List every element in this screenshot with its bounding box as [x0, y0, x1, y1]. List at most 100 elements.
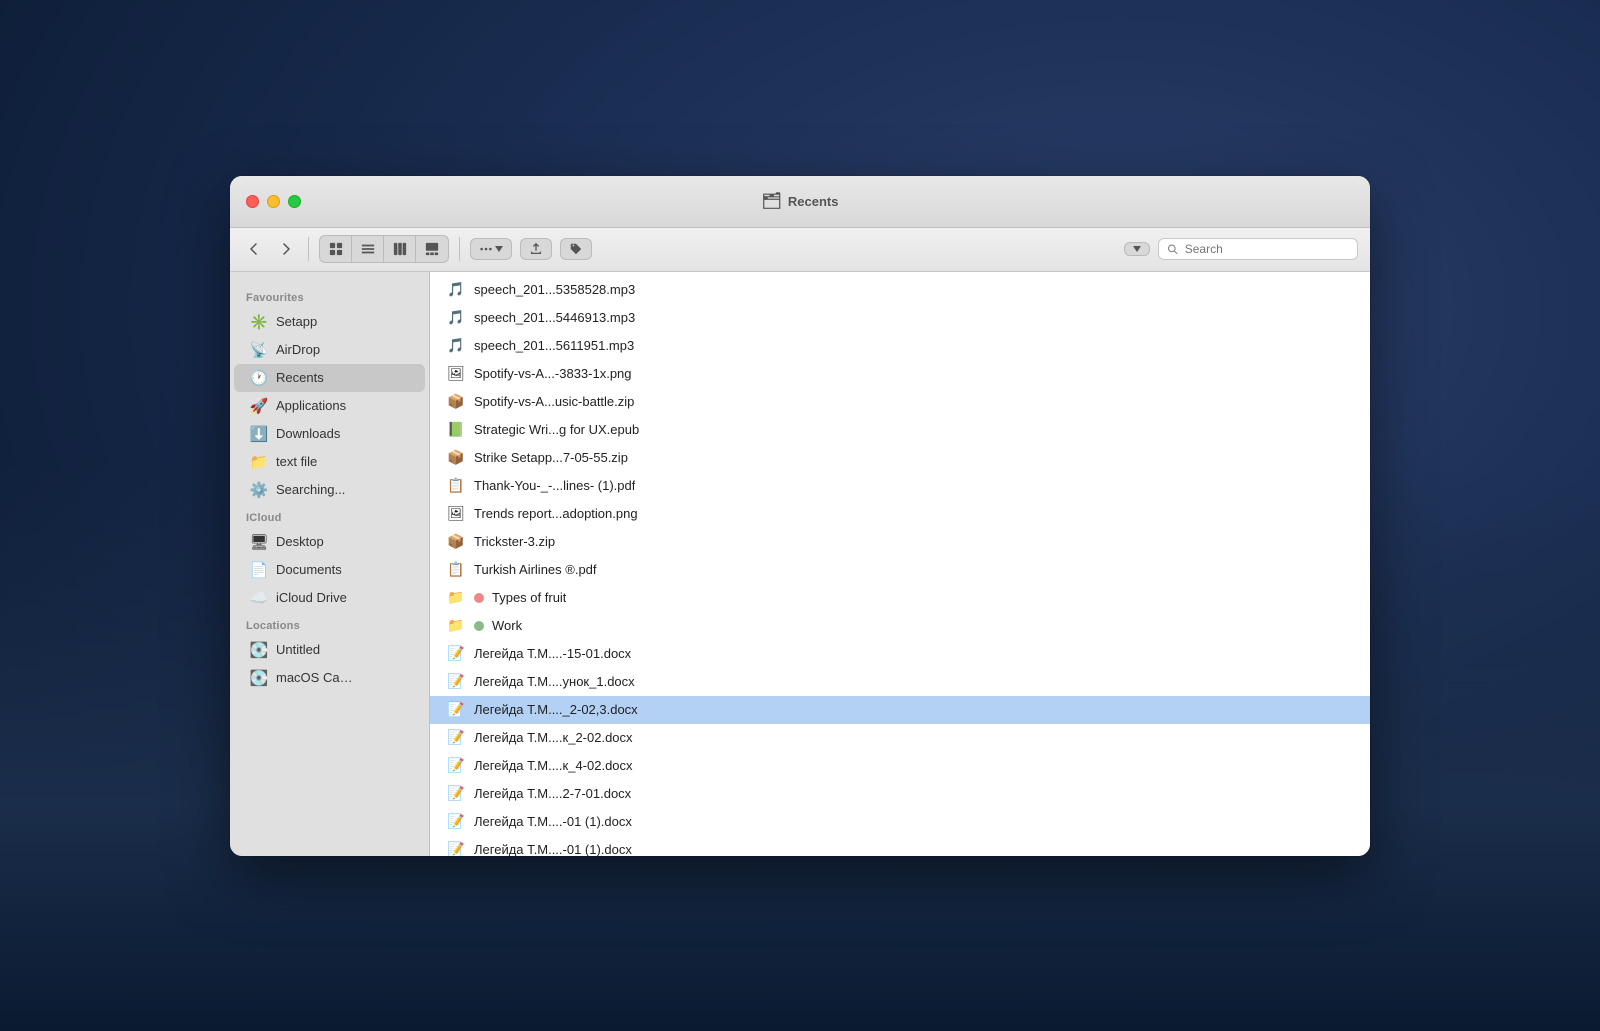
sidebar-item-airdrop[interactable]: 📡 AirDrop	[234, 336, 425, 364]
sidebar-item-documents[interactable]: 📄 Documents	[234, 556, 425, 584]
file-item[interactable]: 📝Легейда Т.М....к_2-02.docx	[430, 724, 1370, 752]
file-icon: 📋	[446, 560, 466, 580]
file-icon: 📦	[446, 532, 466, 552]
file-item[interactable]: 📋Thank-You-_-...lines- (1).pdf	[430, 472, 1370, 500]
sidebar-label-untitled: Untitled	[276, 642, 320, 657]
sidebar-label-searching: Searching...	[276, 482, 345, 497]
sort-button[interactable]	[1124, 242, 1150, 256]
view-group	[319, 235, 449, 263]
applications-icon: 🚀	[250, 397, 268, 415]
sidebar-item-desktop[interactable]: 🖥 Desktop	[234, 528, 425, 556]
file-item[interactable]: 📁Types of fruit	[430, 584, 1370, 612]
file-icon: 📝	[446, 700, 466, 720]
finder-window: 🗂 Recents	[230, 176, 1370, 856]
main-content: Favourites ✳️ Setapp 📡 AirDrop 🕐 Recents…	[230, 272, 1370, 856]
search-input[interactable]	[1185, 242, 1349, 256]
sidebar-item-untitled[interactable]: 💽 Untitled	[234, 636, 425, 664]
file-icon: 🖼	[446, 364, 466, 384]
sidebar: Favourites ✳️ Setapp 📡 AirDrop 🕐 Recents…	[230, 272, 430, 856]
file-item[interactable]: 📝Легейда Т.М....к_4-02.docx	[430, 752, 1370, 780]
file-item[interactable]: 🎵speech_201...5358528.mp3	[430, 276, 1370, 304]
gallery-view-button[interactable]	[416, 236, 448, 262]
file-item[interactable]: 🖼 Trends report...adoption.png	[430, 500, 1370, 528]
file-item[interactable]: 📝Легейда Т.М....-01 (1).docx	[430, 836, 1370, 856]
file-name: Trickster-3.zip	[474, 534, 555, 549]
tag-button[interactable]	[560, 238, 592, 260]
file-item[interactable]: 🎵speech_201...5611951.mp3	[430, 332, 1370, 360]
file-name: Легейда Т.М....унок_1.docx	[474, 674, 635, 689]
sidebar-label-documents: Documents	[276, 562, 342, 577]
sidebar-label-macos: macOS Ca…	[276, 670, 353, 685]
column-view-button[interactable]	[384, 236, 416, 262]
tag-dot	[474, 621, 484, 631]
file-icon: 📁	[446, 588, 466, 608]
file-item[interactable]: 📝 Легейда Т.М....унок_1.docx	[430, 668, 1370, 696]
toolbar	[230, 228, 1370, 272]
forward-button[interactable]	[274, 237, 298, 261]
file-name: Spotify-vs-A...-3833-1x.png	[474, 366, 632, 381]
file-name: Легейда Т.М....-01 (1).docx	[474, 814, 632, 829]
list-view-button[interactable]	[352, 236, 384, 262]
sidebar-section-icloud: iCloud	[230, 504, 429, 528]
sidebar-label-airdrop: AirDrop	[276, 342, 320, 357]
sidebar-item-downloads[interactable]: ⬇️ Downloads	[234, 420, 425, 448]
file-icon: 🖼	[446, 504, 466, 524]
sidebar-item-icloud-drive[interactable]: ☁️ iCloud Drive	[234, 584, 425, 612]
toolbar-separator-1	[308, 237, 309, 261]
action-button[interactable]	[470, 238, 512, 260]
file-item[interactable]: 📝Легейда Т.М....-01 (1).docx	[430, 808, 1370, 836]
file-icon: 📋	[446, 476, 466, 496]
search-icon	[1167, 243, 1179, 256]
airdrop-icon: 📡	[250, 341, 268, 359]
file-item[interactable]: 📁 Work	[430, 612, 1370, 640]
file-item[interactable]: 🎵 speech_201...5446913.mp3	[430, 304, 1370, 332]
sidebar-item-macos[interactable]: 💽 macOS Ca…	[234, 664, 425, 692]
desktop-icon: 🖥	[250, 533, 268, 551]
file-icon: 📝	[446, 644, 466, 664]
file-item[interactable]: 📝Легейда Т.М....-15-01.docx	[430, 640, 1370, 668]
file-name: Trends report...adoption.png	[474, 506, 638, 521]
file-item[interactable]: 📝Легейда Т.М....2-7-01.docx	[430, 780, 1370, 808]
file-name: speech_201...5358528.mp3	[474, 282, 635, 297]
setapp-icon: ✳️	[250, 313, 268, 331]
file-list: 🎵speech_201...5358528.mp3🎵speech_201...5…	[430, 272, 1370, 856]
file-item[interactable]: 📝Легейда Т.М...._2-02,3.docx	[430, 696, 1370, 724]
maximize-button[interactable]	[288, 195, 301, 208]
sidebar-item-searching[interactable]: ⚙️ Searching...	[234, 476, 425, 504]
sidebar-label-desktop: Desktop	[276, 534, 324, 549]
file-icon: 📝	[446, 672, 466, 692]
file-name: Легейда Т.М....2-7-01.docx	[474, 786, 631, 801]
sidebar-label-icloud-drive: iCloud Drive	[276, 590, 347, 605]
file-name: Spotify-vs-A...usic-battle.zip	[474, 394, 634, 409]
sidebar-item-applications[interactable]: 🚀 Applications	[234, 392, 425, 420]
file-item[interactable]: 📦Spotify-vs-A...usic-battle.zip	[430, 388, 1370, 416]
search-box	[1158, 238, 1358, 260]
back-button[interactable]	[242, 237, 266, 261]
sidebar-item-setapp[interactable]: ✳️ Setapp	[234, 308, 425, 336]
toolbar-separator-2	[459, 237, 460, 261]
downloads-icon: ⬇️	[250, 425, 268, 443]
sidebar-item-recents[interactable]: 🕐 Recents	[234, 364, 425, 392]
file-name: Легейда Т.М....к_4-02.docx	[474, 758, 633, 773]
documents-icon: 📄	[250, 561, 268, 579]
file-name: Легейда Т.М....-01 (1).docx	[474, 842, 632, 856]
sidebar-section-locations: Locations	[230, 612, 429, 636]
file-item[interactable]: 🖼 Spotify-vs-A...-3833-1x.png	[430, 360, 1370, 388]
file-item[interactable]: 📋Turkish Airlines ®.pdf	[430, 556, 1370, 584]
icon-view-button[interactable]	[320, 236, 352, 262]
sidebar-item-text-file[interactable]: 📁 text file	[234, 448, 425, 476]
file-item[interactable]: 📗Strategic Wri...g for UX.epub	[430, 416, 1370, 444]
close-button[interactable]	[246, 195, 259, 208]
recents-icon: 🕐	[250, 369, 268, 387]
file-icon: 🎵	[446, 308, 466, 328]
title-bar: 🗂 Recents	[230, 176, 1370, 228]
minimize-button[interactable]	[267, 195, 280, 208]
file-item[interactable]: 📦Strike Setapp...7-05-55.zip	[430, 444, 1370, 472]
share-button[interactable]	[520, 238, 552, 260]
file-icon: 📁	[446, 616, 466, 636]
file-item[interactable]: 📦 Trickster-3.zip	[430, 528, 1370, 556]
file-name: speech_201...5446913.mp3	[474, 310, 635, 325]
file-name: Work	[492, 618, 522, 633]
sidebar-label-setapp: Setapp	[276, 314, 317, 329]
icloud-drive-icon: ☁️	[250, 589, 268, 607]
